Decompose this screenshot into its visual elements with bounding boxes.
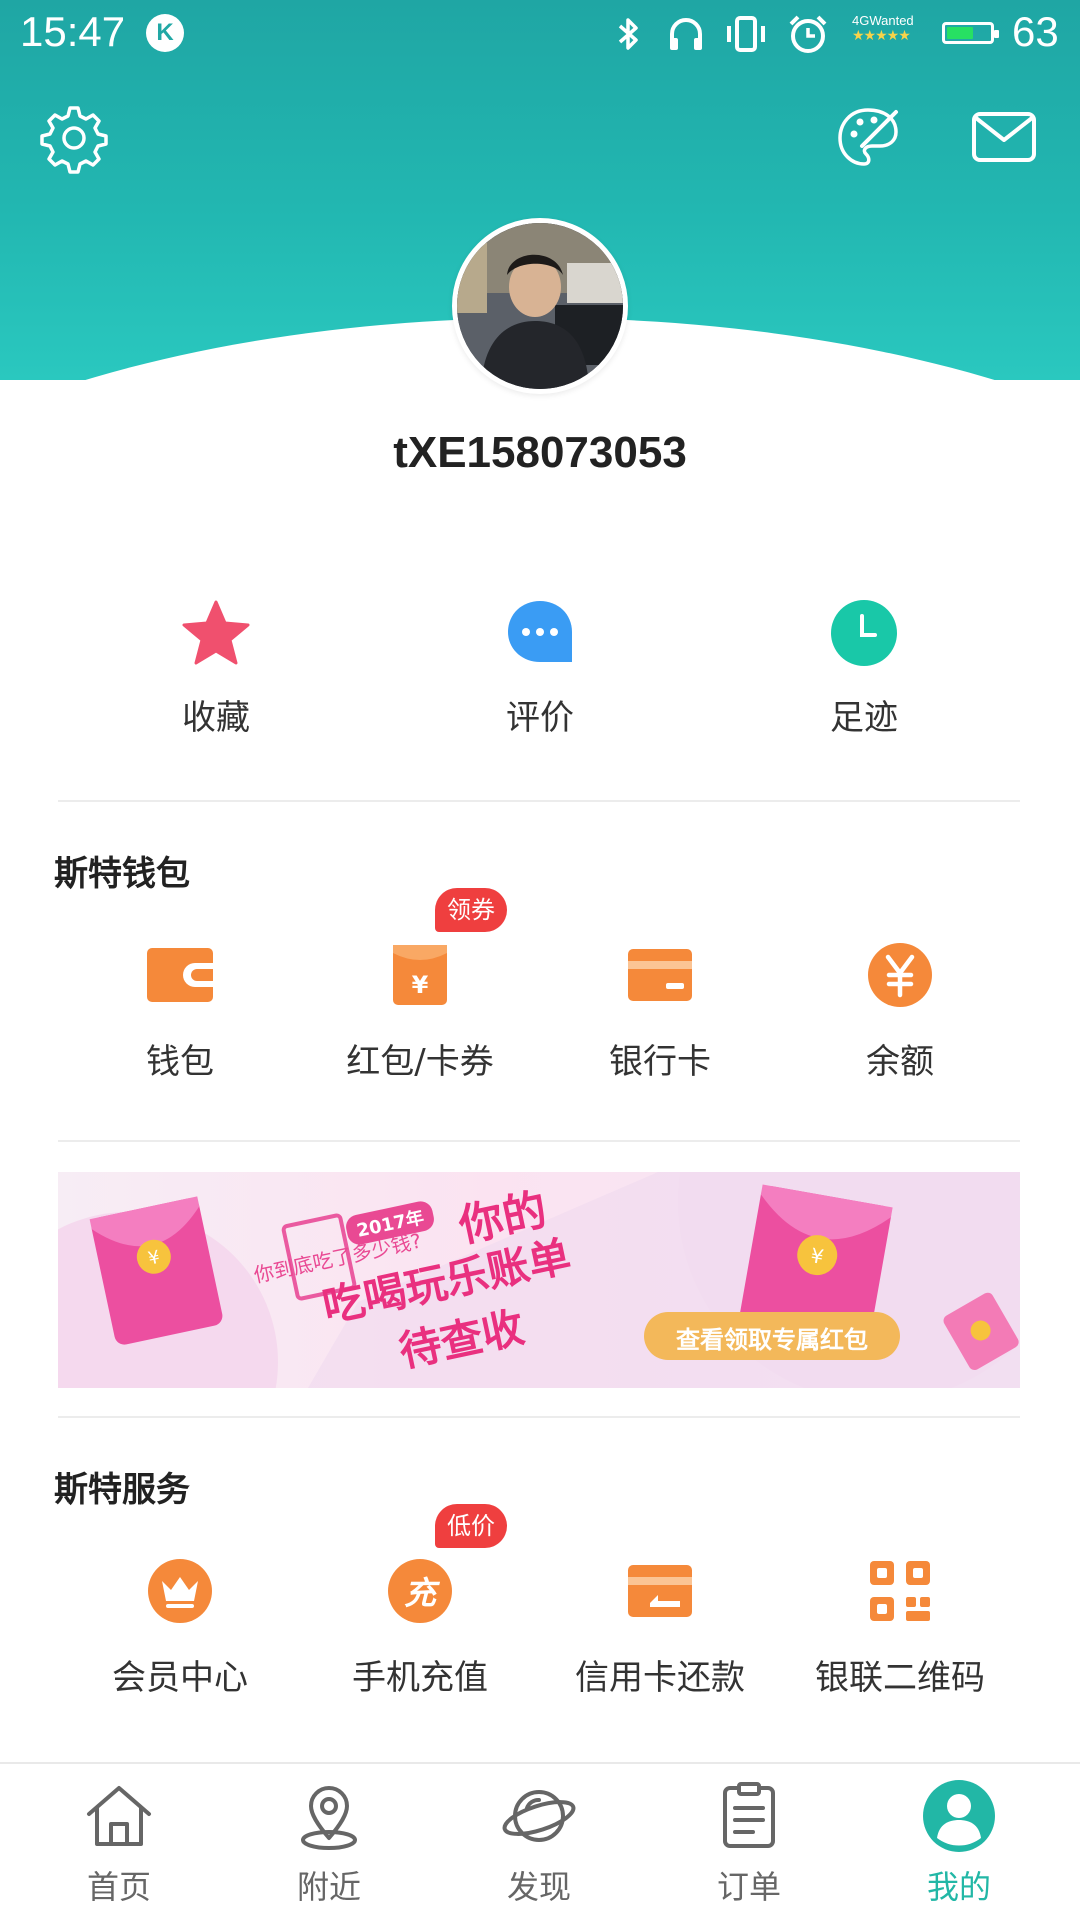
divider <box>58 800 1020 802</box>
wallet-section-title: 斯特钱包 <box>54 854 190 894</box>
low-price-badge: 低价 <box>435 1504 507 1548</box>
services-section-title: 斯特服务 <box>54 1470 190 1510</box>
nav-discover[interactable]: 发现 <box>464 1776 614 1908</box>
phone-recharge-button[interactable]: 充 低价 手机充值 <box>300 1504 540 1699</box>
battery-icon <box>942 22 999 44</box>
avatar[interactable] <box>452 218 628 394</box>
battery-fill <box>947 27 973 39</box>
home-icon <box>87 1786 151 1846</box>
bank-card-button[interactable]: 银行卡 <box>540 940 780 1083</box>
divider <box>58 1140 1020 1142</box>
balance-button[interactable]: 余额 <box>780 940 1020 1083</box>
messages-button[interactable] <box>966 100 1042 176</box>
red-envelope-icon: ¥ <box>393 945 447 1005</box>
reviews-button[interactable]: 评价 <box>440 598 640 739</box>
network-label: 4GWanted <box>852 13 914 28</box>
unionpay-qr-label: 银联二维码 <box>815 1658 985 1698</box>
bank-card-icon <box>628 949 692 1001</box>
chat-bubble-icon <box>508 601 572 662</box>
k-app-icon: K <box>146 14 184 52</box>
unionpay-qr-button[interactable]: 银联二维码 <box>780 1556 1020 1699</box>
coupon-badge: 领券 <box>435 888 507 932</box>
wallet-icon <box>147 948 213 1002</box>
bluetooth-icon <box>618 18 638 50</box>
mail-icon <box>972 112 1036 162</box>
crown-icon <box>148 1559 212 1623</box>
yuan-coin-icon <box>868 943 932 1007</box>
recharge-glyph: 充 <box>403 1574 436 1612</box>
user-icon <box>923 1780 995 1852</box>
svg-text:¥: ¥ <box>412 971 429 999</box>
footprints-label: 足迹 <box>830 698 898 738</box>
bottom-nav: 首页 附近 发现 订单 我的 <box>0 1762 1080 1920</box>
favorites-button[interactable]: 收藏 <box>116 598 316 739</box>
battery-percent: 63 <box>1012 8 1059 55</box>
wallet-button[interactable]: 钱包 <box>60 940 300 1083</box>
member-center-label: 会员中心 <box>112 1658 248 1698</box>
credit-card-icon <box>628 1565 692 1617</box>
footprints-button[interactable]: 足迹 <box>764 598 964 739</box>
phone-recharge-label: 手机充值 <box>352 1658 488 1698</box>
star-icon <box>182 600 250 665</box>
nav-orders-label: 订单 <box>716 1868 781 1906</box>
nav-discover-label: 发现 <box>506 1868 571 1906</box>
credit-card-repay-label: 信用卡还款 <box>575 1658 745 1698</box>
credit-card-repay-button[interactable]: 信用卡还款 <box>540 1556 780 1699</box>
nav-nearby[interactable]: 附近 <box>254 1776 404 1908</box>
nav-home-label: 首页 <box>86 1868 151 1906</box>
avatar-photo <box>457 223 623 389</box>
status-time: 15:47 <box>20 8 126 55</box>
nav-nearby-label: 附近 <box>296 1868 361 1906</box>
reviews-label: 评价 <box>506 698 574 738</box>
alarm-icon <box>789 15 827 53</box>
vibrate-icon <box>727 16 765 52</box>
settings-button[interactable] <box>36 100 112 176</box>
balance-label: 余额 <box>866 1042 934 1082</box>
gear-icon <box>40 106 108 174</box>
qr-code-icon <box>870 1561 930 1621</box>
location-pin-icon <box>301 1786 357 1850</box>
planet-icon <box>502 1790 576 1842</box>
bank-card-label: 银行卡 <box>609 1042 711 1082</box>
paint-palette-icon <box>838 108 898 166</box>
nav-orders[interactable]: 订单 <box>674 1776 824 1908</box>
network-indicator: 4GWanted ★★★★★ <box>852 13 924 43</box>
status-bar: 15:47 K 4GWanted ★★★★★ 63 <box>0 0 1080 66</box>
member-center-button[interactable]: 会员中心 <box>60 1556 300 1699</box>
theme-button[interactable] <box>830 100 906 176</box>
clipboard-icon <box>723 1782 775 1848</box>
clock-icon <box>831 600 897 666</box>
signal-stars: ★★★★★ <box>852 27 911 43</box>
nav-home[interactable]: 首页 <box>44 1776 194 1908</box>
coupons-button[interactable]: ¥ 领券 红包/卡券 <box>300 888 540 1083</box>
promo-banner[interactable]: ¥ ¥ 2017年 你到底吃了多少钱? 你的 吃喝玩乐账单 待查收 查看领取专属… <box>58 1172 1020 1388</box>
nav-me-label: 我的 <box>926 1868 991 1906</box>
nav-me[interactable]: 我的 <box>884 1776 1034 1908</box>
wallet-label: 钱包 <box>146 1042 214 1082</box>
headphones-icon <box>670 18 702 50</box>
username: tXE158073053 <box>393 428 687 477</box>
favorites-label: 收藏 <box>182 698 250 738</box>
banner-cta[interactable]: 查看领取专属红包 <box>658 1320 886 1355</box>
coupons-label: 红包/卡券 <box>346 1042 494 1082</box>
divider <box>58 1416 1020 1418</box>
